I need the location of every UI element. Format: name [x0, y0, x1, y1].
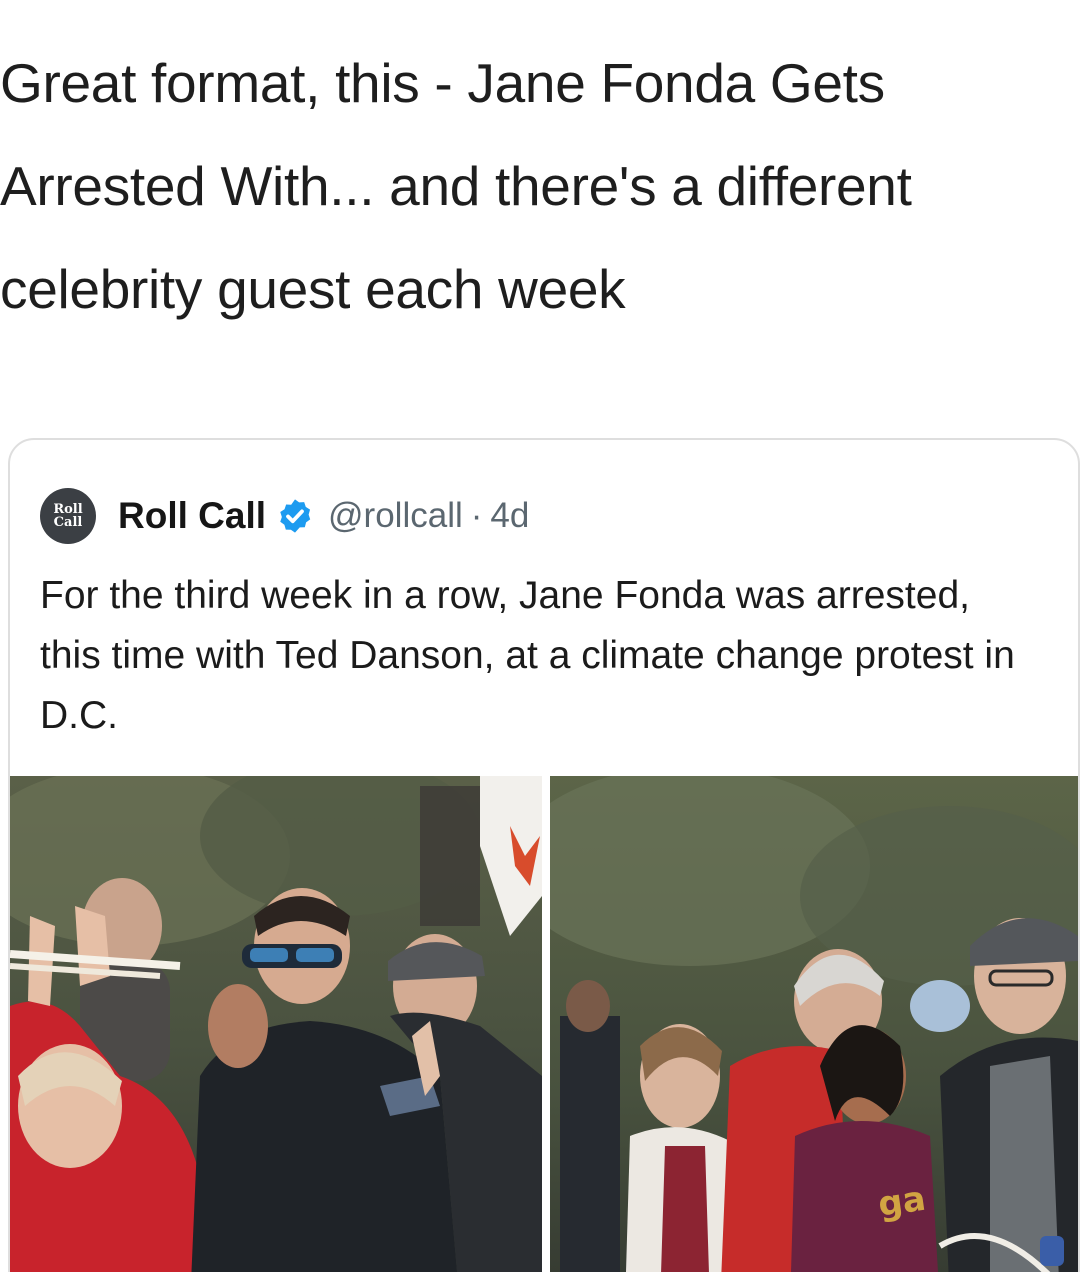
tweet-media: ga [10, 776, 1078, 1272]
embedded-tweet[interactable]: Roll Call Roll Call @rollcall · 4d For t… [8, 438, 1080, 1272]
avatar[interactable]: Roll Call [40, 488, 96, 544]
verified-badge-icon [280, 499, 311, 533]
protest-photo-left[interactable] [10, 776, 542, 1272]
protest-photo-right[interactable]: ga [550, 776, 1078, 1272]
separator-dot: · [470, 496, 483, 535]
tweet-text: For the third week in a row, Jane Fonda … [40, 574, 1015, 737]
tweet-header: Roll Call Roll Call @rollcall · 4d [40, 488, 529, 544]
post-caption: Great format, this - Jane Fonda Gets Arr… [0, 52, 912, 320]
svg-text:ga: ga [876, 1179, 928, 1225]
tweet-timestamp[interactable]: 4d [490, 496, 529, 536]
avatar-text-line2: Call [53, 515, 83, 530]
display-name[interactable]: Roll Call [118, 495, 266, 537]
tweet-handle[interactable]: @rollcall [328, 496, 463, 536]
